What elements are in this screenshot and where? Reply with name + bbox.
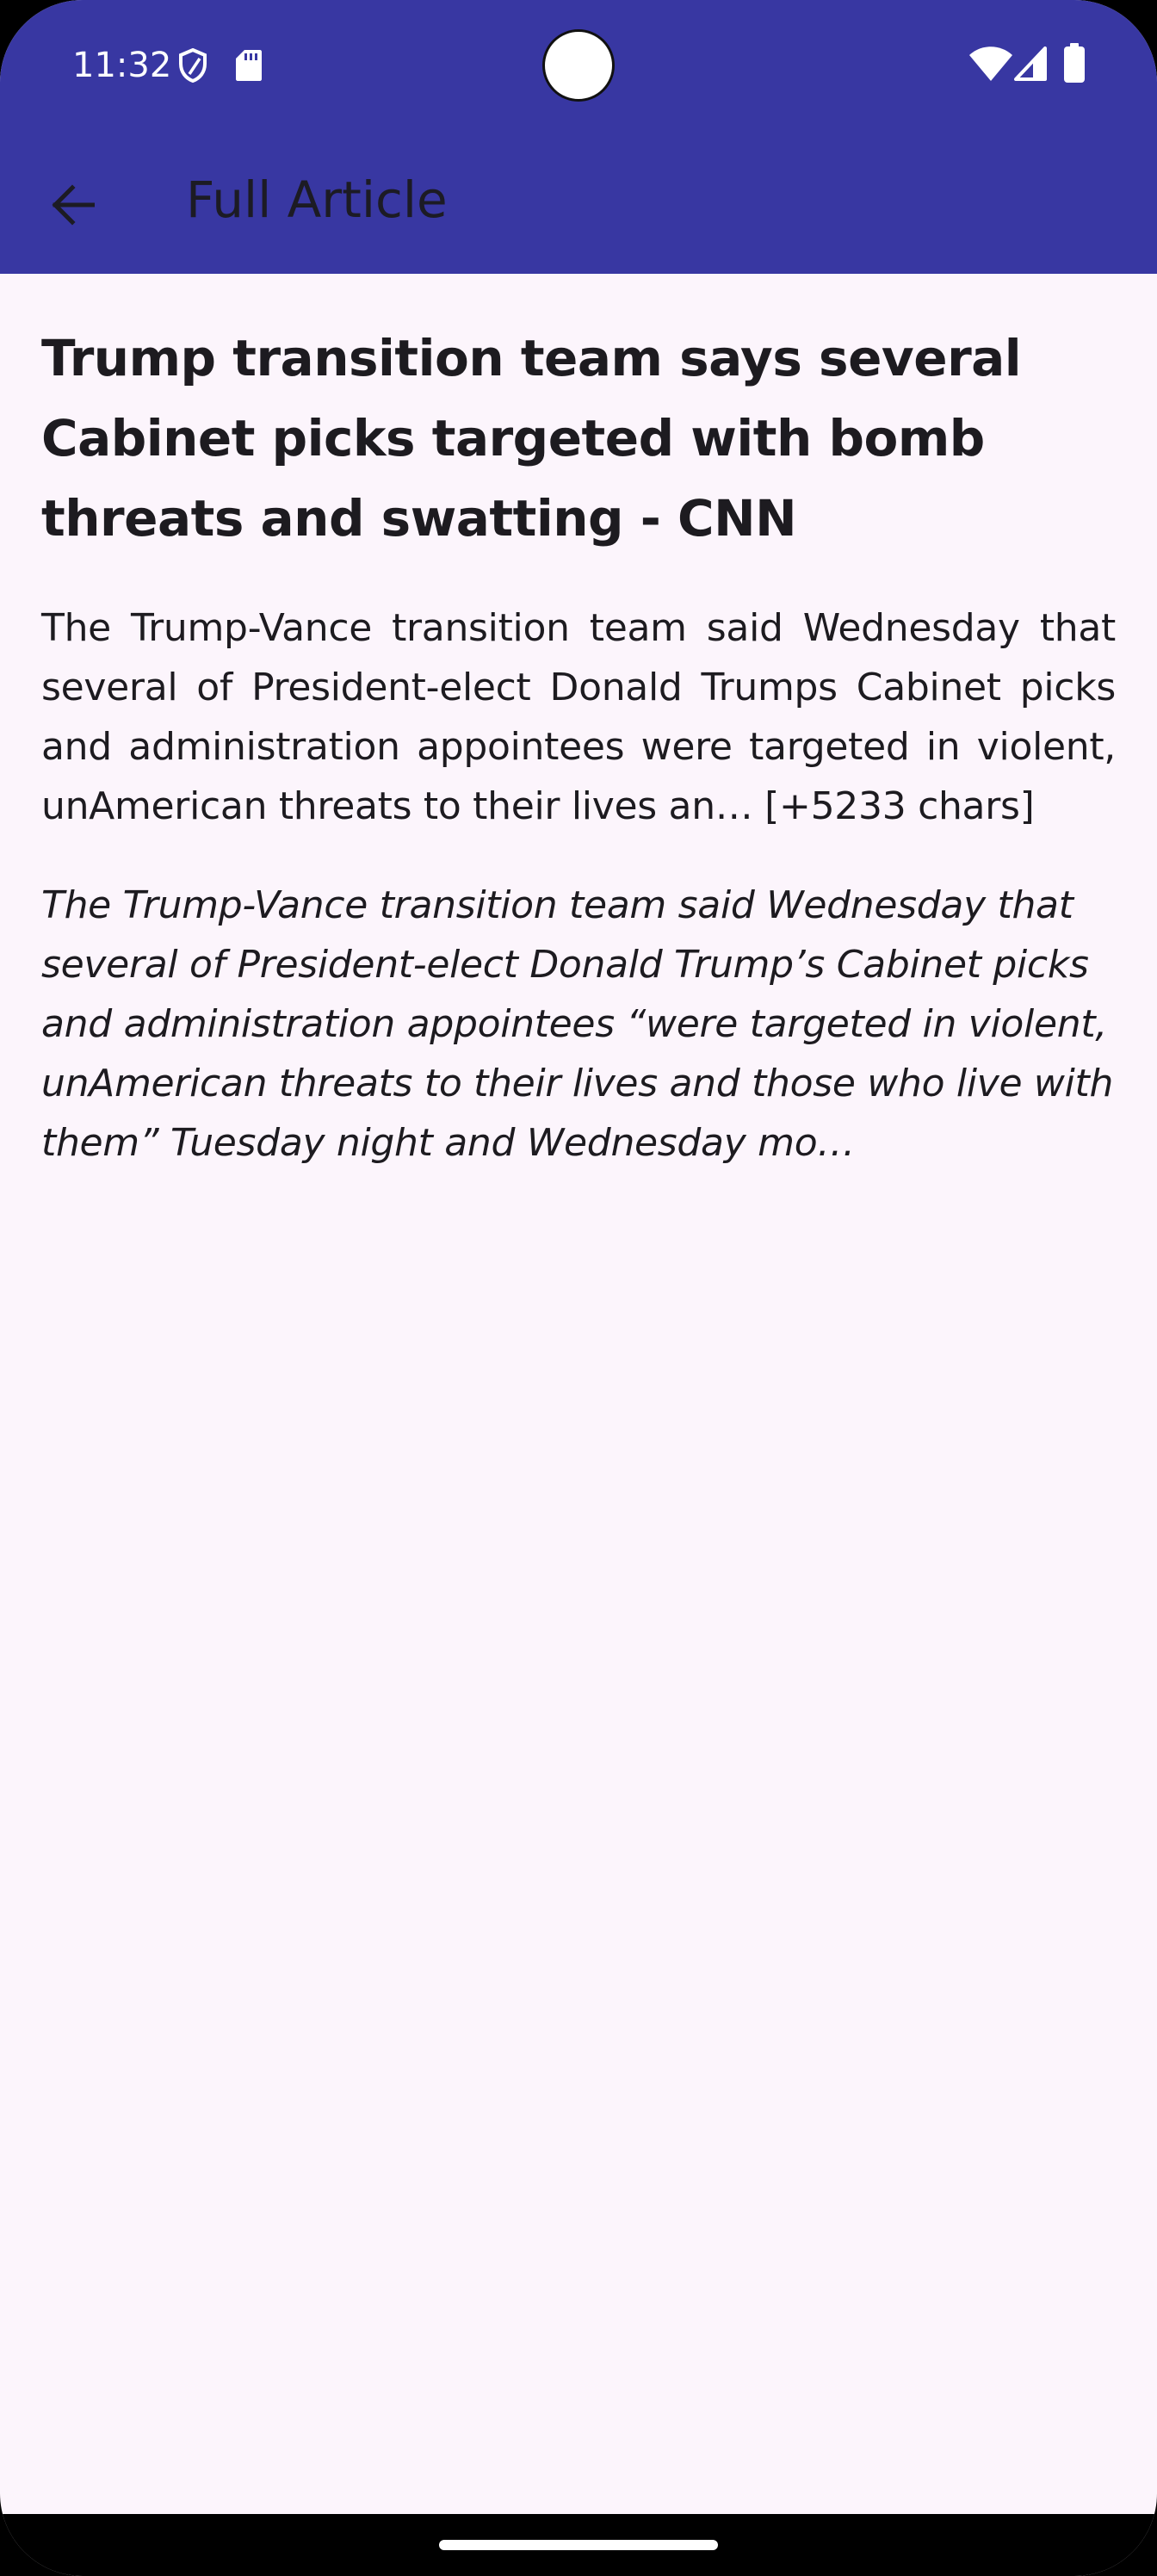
article-title: Trump transition team says several Cabin… (41, 329, 1022, 548)
front-camera (542, 29, 615, 102)
arrow-back-icon (52, 184, 95, 226)
navigation-bar (0, 2514, 1157, 2576)
article-body: The Trump-Vance transition team said Wed… (41, 883, 1114, 1165)
signal-icon (1014, 46, 1047, 81)
home-gesture-handle[interactable] (439, 2540, 718, 2550)
phone-screen: 11:32 Full Article Trump transition team… (0, 0, 1157, 2576)
wifi-icon (969, 46, 1012, 81)
top-app-bar: 11:32 Full Article (0, 0, 1157, 274)
status-time: 11:32 (72, 46, 172, 85)
article-description: The Trump-Vance transition team said Wed… (41, 606, 1116, 828)
app-bar-title: Full Article (186, 170, 448, 229)
shield-icon (179, 48, 207, 83)
sd-card-icon (236, 50, 262, 81)
battery-icon (1064, 43, 1085, 83)
back-button[interactable] (31, 164, 114, 246)
article-content: Trump transition team says several Cabin… (41, 319, 1116, 1173)
